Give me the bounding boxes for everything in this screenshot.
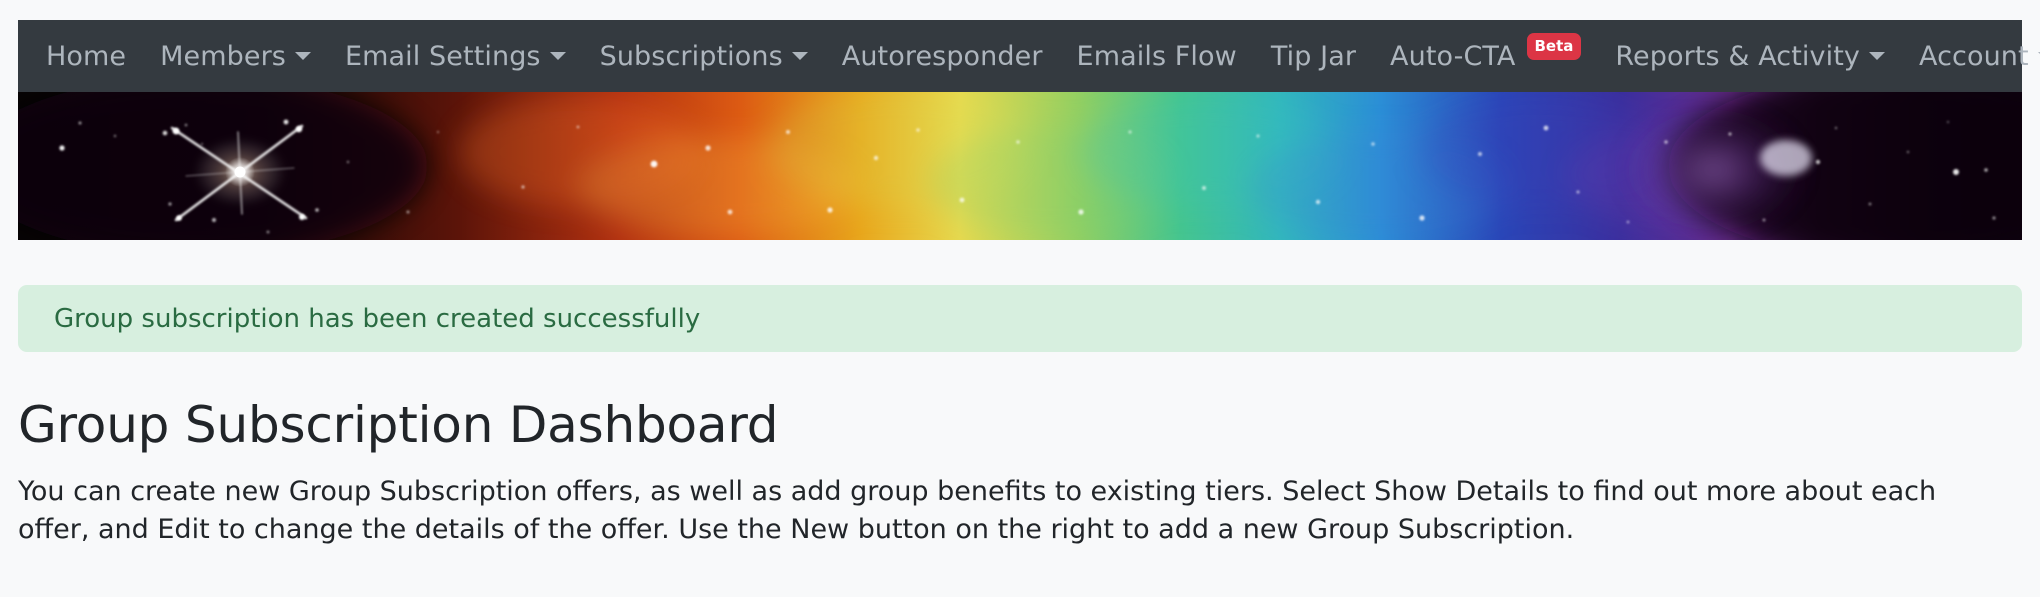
main-content: Group Subscription Dashboard You can cre…	[18, 398, 2022, 550]
nebula-graphic	[18, 92, 2022, 240]
chevron-down-icon	[791, 52, 808, 60]
page-root: Home Members Email Settings Subscription…	[0, 0, 2040, 597]
nav-link-subscriptions[interactable]: Subscriptions	[600, 43, 783, 70]
nav-list: Home Members Email Settings Subscription…	[46, 32, 2040, 70]
chevron-down-icon	[1868, 52, 1885, 60]
nav-item-auto-cta[interactable]: Auto-CTA Beta	[1390, 32, 1582, 70]
main-navigation-bar: Home Members Email Settings Subscription…	[18, 20, 2040, 92]
nav-item-account[interactable]: Account	[1919, 43, 2040, 70]
nav-link-home[interactable]: Home	[46, 43, 126, 70]
nav-link-emails-flow[interactable]: Emails Flow	[1077, 43, 1237, 70]
nav-item-autoresponder[interactable]: Autoresponder	[842, 43, 1043, 70]
page-title: Group Subscription Dashboard	[18, 396, 779, 454]
nav-item-tip-jar[interactable]: Tip Jar	[1271, 43, 1356, 70]
header-banner-image	[18, 92, 2022, 240]
page-description: You can create new Group Subscription of…	[18, 476, 1937, 546]
success-alert: Group subscription has been created succ…	[18, 285, 2022, 352]
nav-item-reports-activity[interactable]: Reports & Activity	[1615, 43, 1885, 70]
nav-link-members[interactable]: Members	[160, 43, 286, 70]
chevron-down-icon	[549, 52, 566, 60]
nav-item-emails-flow[interactable]: Emails Flow	[1077, 43, 1237, 70]
nav-link-account[interactable]: Account	[1919, 43, 2029, 70]
success-alert-message: Group subscription has been created succ…	[54, 303, 701, 334]
nav-link-reports-activity[interactable]: Reports & Activity	[1615, 43, 1860, 70]
nav-item-home[interactable]: Home	[46, 43, 126, 70]
nav-link-tip-jar[interactable]: Tip Jar	[1271, 43, 1356, 70]
nav-item-subscriptions[interactable]: Subscriptions	[600, 43, 808, 70]
nav-link-autoresponder[interactable]: Autoresponder	[842, 43, 1043, 70]
nav-link-auto-cta[interactable]: Auto-CTA	[1390, 43, 1515, 70]
nav-link-email-settings[interactable]: Email Settings	[345, 43, 541, 70]
chevron-down-icon	[294, 52, 311, 60]
beta-badge: Beta	[1526, 32, 1582, 60]
nav-item-email-settings[interactable]: Email Settings	[345, 43, 566, 70]
nav-item-members[interactable]: Members	[160, 43, 311, 70]
